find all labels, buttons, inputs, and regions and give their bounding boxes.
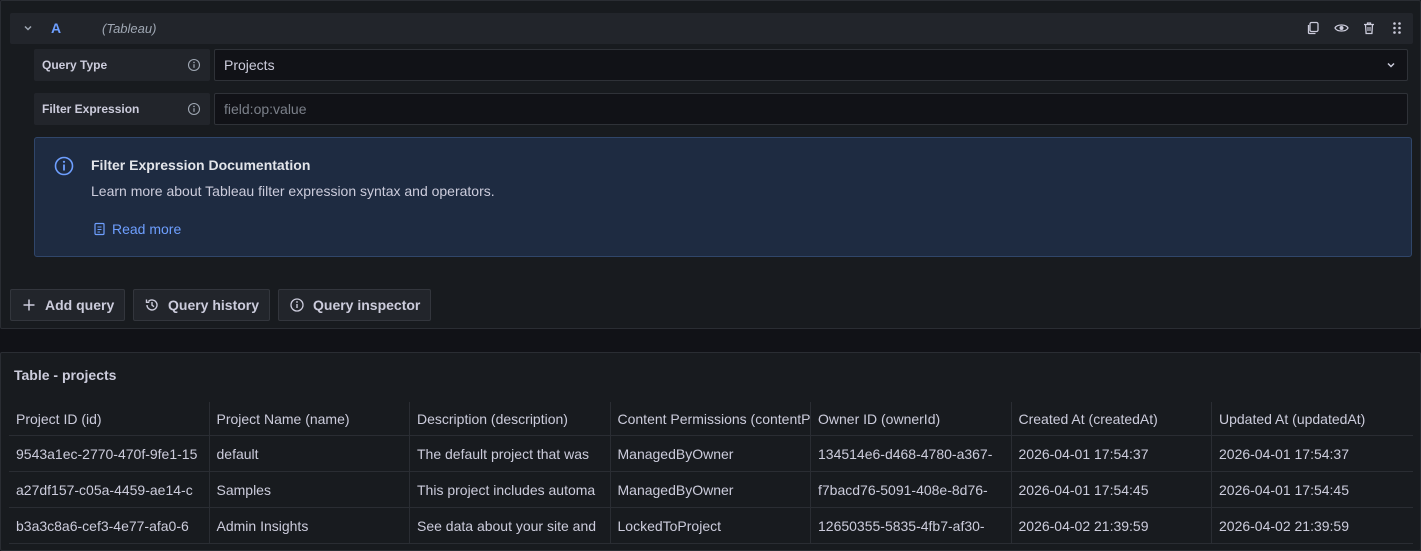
table-cell: 2026-04-01 17:54:37 — [1219, 445, 1349, 462]
alert-description: Learn more about Tableau filter expressi… — [91, 183, 495, 199]
table-cell: The default project that was — [410, 436, 611, 471]
table-cell: See data about your site and — [410, 508, 611, 543]
query-row-actions — [1305, 19, 1405, 37]
info-icon[interactable] — [187, 102, 201, 116]
table-cell: 2026-04-01 17:54:45 — [1012, 472, 1212, 507]
filter-expression-input[interactable] — [224, 101, 1407, 117]
info-icon — [54, 156, 74, 176]
document-icon — [94, 222, 105, 236]
column-header[interactable]: Owner ID (ownerId) — [811, 402, 1012, 435]
query-editor-panel: A (Tableau) Query Type Projects Filter E… — [0, 0, 1421, 329]
panel-title: Table - projects — [14, 367, 117, 383]
table-cell: 2026-04-01 17:54:37 — [1012, 436, 1212, 471]
table-cell: 134514e6-d468-4780-a367- — [811, 436, 1012, 471]
table-cell: b3a3c8a6-cef3-4e77-afa0-6 — [9, 508, 210, 543]
add-query-label: Add query — [45, 297, 115, 313]
column-header[interactable]: Project ID (id) — [9, 402, 210, 435]
data-table: Project ID (id) Project Name (name) Desc… — [9, 402, 1413, 544]
table-cell: Admin Insights — [210, 508, 410, 543]
table-row: a27df157-c05a-4459-ae14-c Samples This p… — [9, 472, 1413, 508]
read-more-label: Read more — [112, 221, 182, 237]
trash-icon[interactable] — [1361, 19, 1377, 37]
query-type-select[interactable]: Projects — [214, 49, 1408, 81]
table-cell: This project includes automa — [410, 472, 611, 507]
table-cell: 12650355-5835-4fb7-af30- — [811, 508, 1012, 543]
history-icon — [145, 299, 158, 311]
read-more-link[interactable]: Read more — [93, 221, 181, 237]
info-icon — [290, 298, 304, 312]
table-cell: 2026-04-01 17:54:45 — [1219, 481, 1349, 498]
query-type-value: Projects — [224, 57, 275, 73]
eye-icon[interactable] — [1333, 19, 1349, 37]
table-row: 9543a1ec-2770-470f-9fe1-15 default The d… — [9, 436, 1413, 472]
info-icon[interactable] — [187, 58, 201, 72]
column-header[interactable]: Content Permissions (contentPermissions) — [611, 402, 811, 435]
chevron-down-icon[interactable] — [22, 22, 34, 34]
query-type-label-text: Query Type — [42, 58, 108, 72]
table-cell: default — [210, 436, 410, 471]
alert-title: Filter Expression Documentation — [91, 157, 311, 173]
query-type-label: Query Type — [34, 49, 210, 81]
duplicate-icon[interactable] — [1305, 19, 1321, 37]
table-row: b3a3c8a6-cef3-4e77-afa0-6 Admin Insights… — [9, 508, 1413, 544]
filter-expression-label-text: Filter Expression — [42, 102, 140, 116]
query-inspector-label: Query inspector — [313, 297, 421, 313]
plus-icon — [23, 299, 35, 311]
table-cell: ManagedByOwner — [611, 472, 811, 507]
column-header[interactable]: Project Name (name) — [210, 402, 410, 435]
filter-expression-label: Filter Expression — [34, 93, 210, 125]
table-cell: a27df157-c05a-4459-ae14-c — [9, 472, 210, 507]
query-ref-id[interactable]: A — [51, 20, 61, 36]
column-header[interactable]: Created At (createdAt) — [1012, 402, 1212, 435]
query-inspector-button[interactable]: Query inspector — [278, 289, 432, 321]
table-header-row: Project ID (id) Project Name (name) Desc… — [9, 402, 1413, 436]
query-history-button[interactable]: Query history — [133, 289, 271, 321]
table-cell: f7bacd76-5091-408e-8d76- — [811, 472, 1012, 507]
column-header[interactable]: Updated At (updatedAt) — [1212, 402, 1413, 435]
query-history-label: Query history — [168, 297, 260, 313]
drag-handle-icon[interactable] — [1389, 19, 1405, 37]
column-header[interactable]: Description (description) — [410, 402, 611, 435]
datasource-name: (Tableau) — [102, 21, 157, 36]
table-cell: Samples — [210, 472, 410, 507]
table-panel: Table - projects Project ID (id) Project… — [0, 352, 1421, 551]
table-cell: LockedToProject — [611, 508, 811, 543]
add-query-button[interactable]: Add query — [10, 289, 126, 321]
table-cell: ManagedByOwner — [611, 436, 811, 471]
query-row-header[interactable]: A (Tableau) — [10, 13, 1413, 44]
table-cell: 2026-04-02 21:39:59 — [1219, 517, 1349, 534]
filter-docs-alert: Filter Expression Documentation Learn mo… — [34, 137, 1412, 257]
table-cell: 2026-04-02 21:39:59 — [1012, 508, 1212, 543]
chevron-down-icon — [1387, 62, 1395, 68]
table-cell: 9543a1ec-2770-470f-9fe1-15 — [9, 436, 210, 471]
filter-expression-field[interactable] — [214, 93, 1408, 125]
